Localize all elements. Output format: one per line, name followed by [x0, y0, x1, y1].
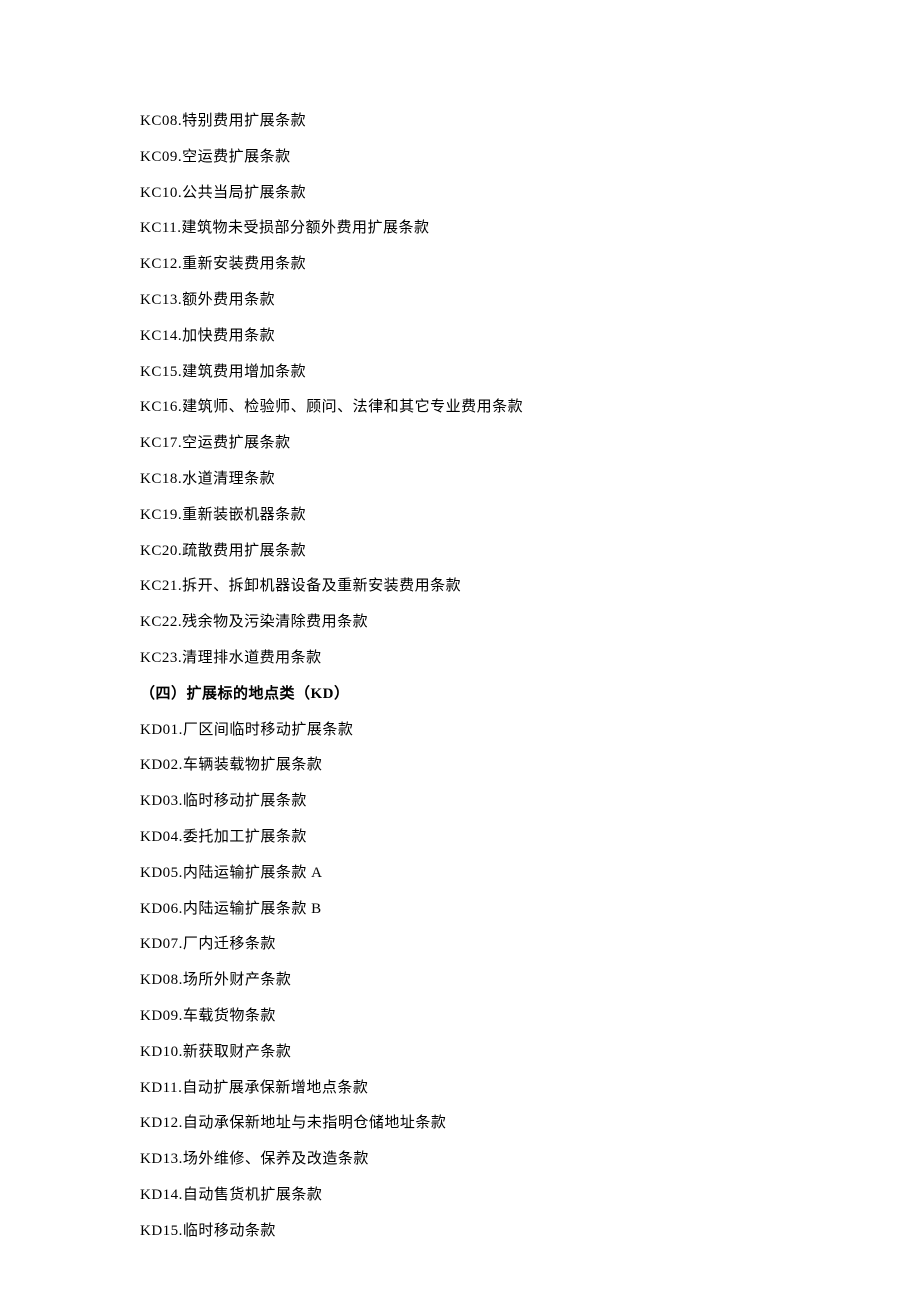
list-item: KD09.车载货物条款: [140, 1005, 780, 1028]
list-item: KC21.拆开、拆卸机器设备及重新安装费用条款: [140, 575, 780, 598]
list-item: KD07.厂内迁移条款: [140, 933, 780, 956]
list-item: KC10.公共当局扩展条款: [140, 182, 780, 205]
list-item: KC19.重新装嵌机器条款: [140, 504, 780, 527]
section-header: （四）扩展标的地点类（KD）: [140, 683, 780, 706]
list-item: KC16.建筑师、检验师、顾问、法律和其它专业费用条款: [140, 396, 780, 419]
list-item: KD05.内陆运输扩展条款 A: [140, 862, 780, 885]
list-item: KC20.疏散费用扩展条款: [140, 540, 780, 563]
list-item: KC23.清理排水道费用条款: [140, 647, 780, 670]
list-item: KD04.委托加工扩展条款: [140, 826, 780, 849]
list-item: KD06.内陆运输扩展条款 B: [140, 898, 780, 921]
list-item: KC17.空运费扩展条款: [140, 432, 780, 455]
list-item: KC12.重新安装费用条款: [140, 253, 780, 276]
list-item: KD13.场外维修、保养及改造条款: [140, 1148, 780, 1171]
list-item: KD02.车辆装载物扩展条款: [140, 754, 780, 777]
list-item: KD08.场所外财产条款: [140, 969, 780, 992]
list-item: KD03.临时移动扩展条款: [140, 790, 780, 813]
list-item: KC18.水道清理条款: [140, 468, 780, 491]
list-item: KD14.自动售货机扩展条款: [140, 1184, 780, 1207]
list-item: KC22.残余物及污染清除费用条款: [140, 611, 780, 634]
list-item: KD10.新获取财产条款: [140, 1041, 780, 1064]
list-item: KC09.空运费扩展条款: [140, 146, 780, 169]
list-item: KC13.额外费用条款: [140, 289, 780, 312]
list-item: KD12.自动承保新地址与未指明仓储地址条款: [140, 1112, 780, 1135]
list-item: KC08.特别费用扩展条款: [140, 110, 780, 133]
list-item: KD01.厂区间临时移动扩展条款: [140, 719, 780, 742]
list-item: KD15.临时移动条款: [140, 1220, 780, 1243]
list-item: KC15.建筑费用增加条款: [140, 361, 780, 384]
list-item: KC11.建筑物未受损部分额外费用扩展条款: [140, 217, 780, 240]
list-item: KC14.加快费用条款: [140, 325, 780, 348]
list-item: KD11.自动扩展承保新增地点条款: [140, 1077, 780, 1100]
